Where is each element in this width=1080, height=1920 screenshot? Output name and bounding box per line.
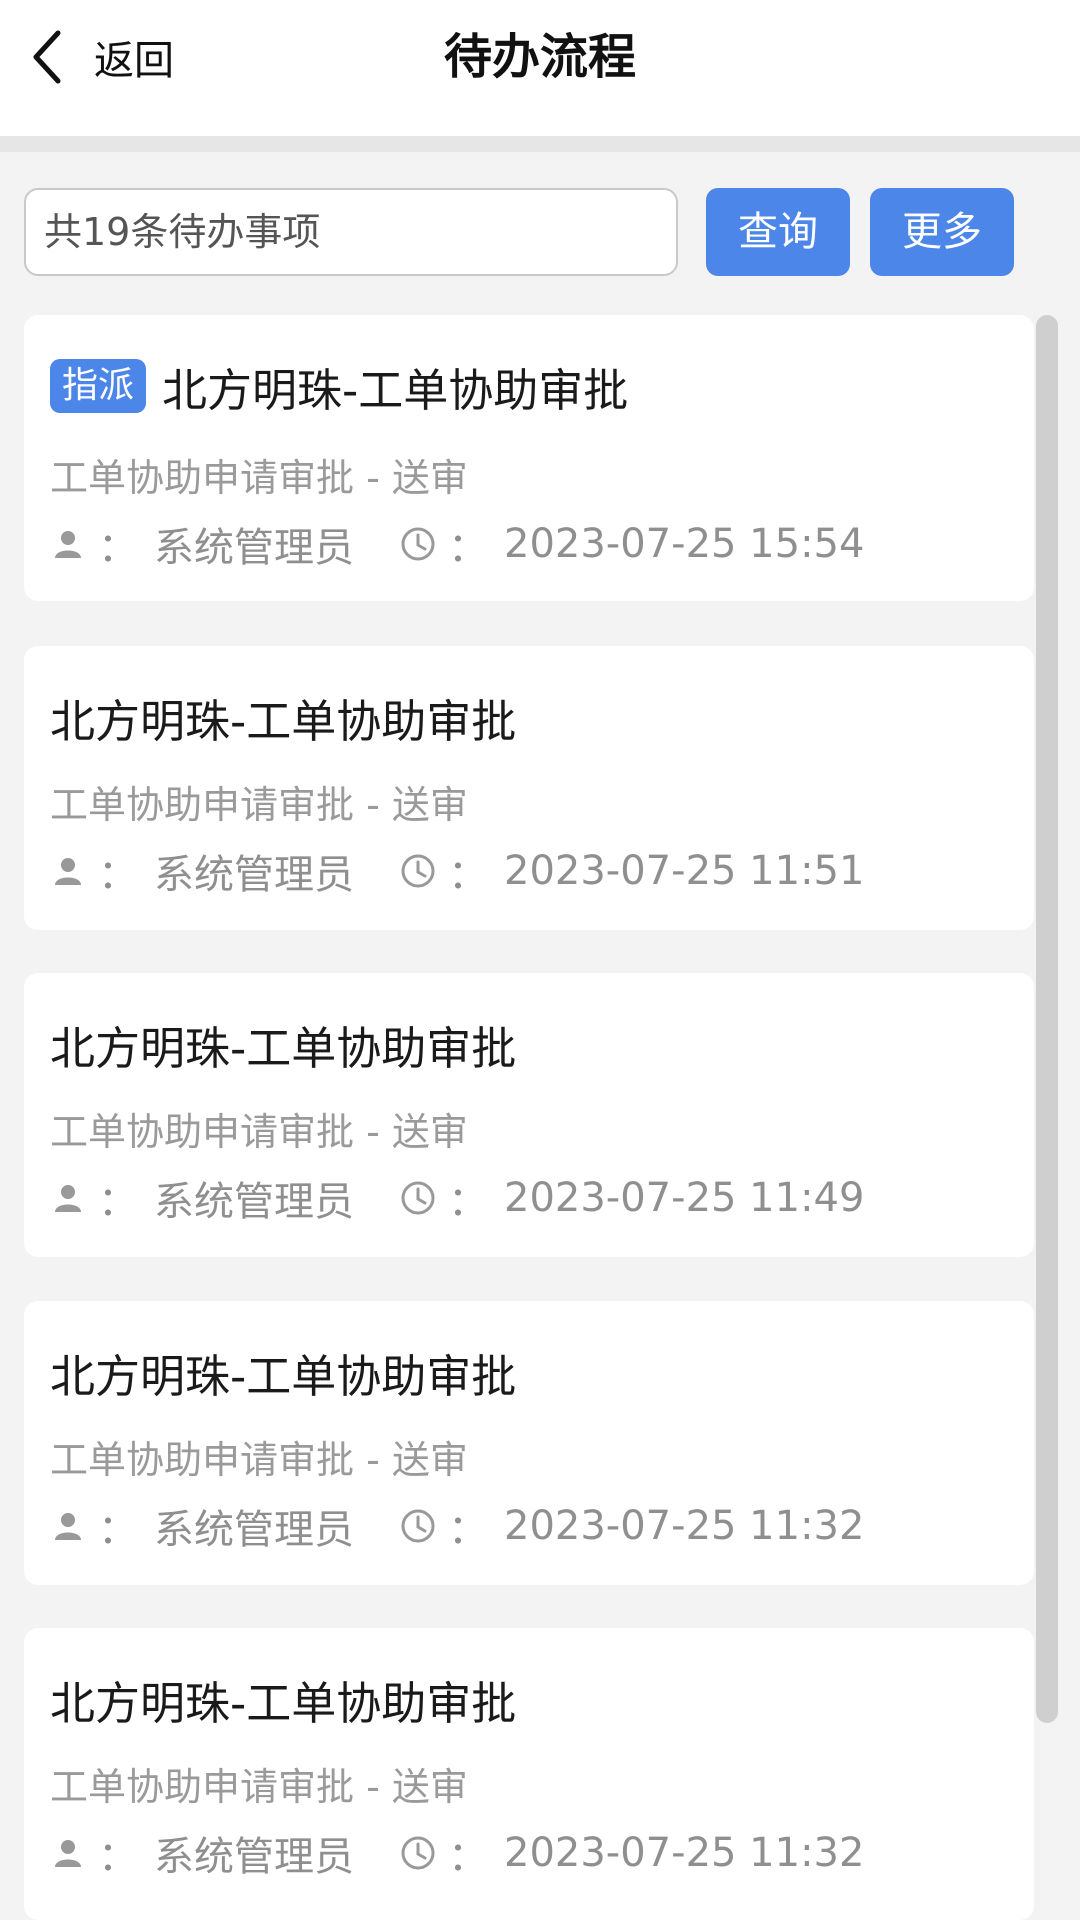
assigned-tag: 指派 xyxy=(50,359,147,413)
item-user: 系统管理员 xyxy=(154,852,354,898)
colon: ： xyxy=(448,525,488,571)
more-button[interactable]: 更多 xyxy=(870,188,1014,276)
item-meta: ： 系统管理员 ： 2023-07-25 11:32 xyxy=(50,1497,864,1555)
page-title: 待办流程 xyxy=(443,29,636,85)
list-item[interactable]: 北方明珠-工单协助审批 工单协助申请审批 - 送审 ： 系统管理员 ： 2023… xyxy=(24,646,1034,930)
item-meta: ： 系统管理员 ： 2023-07-25 11:49 xyxy=(50,1169,864,1227)
item-subtitle: 工单协助申请审批 - 送审 xyxy=(50,1438,468,1482)
colon: ： xyxy=(98,1507,138,1553)
item-time: 2023-07-25 11:32 xyxy=(504,1503,865,1549)
colon: ： xyxy=(98,1179,138,1225)
clock-icon xyxy=(400,1835,436,1871)
colon: ： xyxy=(98,1834,138,1880)
clock-icon xyxy=(400,1180,436,1216)
item-time: 2023-07-25 11:51 xyxy=(504,848,865,894)
list-item[interactable]: 北方明珠-工单协助审批 工单协助申请审批 - 送审 ： 系统管理员 ： 2023… xyxy=(24,1301,1034,1585)
list-item[interactable]: 指派 北方明珠-工单协助审批 工单协助申请审批 - 送审 ： 系统管理员 ： 2… xyxy=(24,315,1034,601)
item-user: 系统管理员 xyxy=(154,1507,354,1553)
search-input[interactable] xyxy=(24,188,678,276)
colon: ： xyxy=(448,1507,488,1553)
clock-icon xyxy=(400,526,436,562)
item-title: 北方明珠-工单协助审批 xyxy=(50,694,517,748)
user-icon xyxy=(50,526,86,562)
top-bar: 返回 待办流程 xyxy=(0,0,1080,136)
user-icon xyxy=(50,1508,86,1544)
colon: ： xyxy=(448,1179,488,1225)
query-button[interactable]: 查询 xyxy=(706,188,850,276)
item-subtitle: 工单协助申请审批 - 送审 xyxy=(50,1110,468,1154)
item-title: 北方明珠-工单协助审批 xyxy=(50,1349,517,1403)
item-user: 系统管理员 xyxy=(154,1179,354,1225)
header-divider xyxy=(0,136,1080,152)
item-subtitle: 工单协助申请审批 - 送审 xyxy=(50,456,468,500)
scrollbar-thumb[interactable] xyxy=(1036,315,1058,1723)
user-icon xyxy=(50,853,86,889)
user-icon xyxy=(50,1835,86,1871)
clock-icon xyxy=(400,1508,436,1544)
list-item[interactable]: 北方明珠-工单协助审批 工单协助申请审批 - 送审 ： 系统管理员 ： 2023… xyxy=(24,973,1034,1257)
item-time: 2023-07-25 11:49 xyxy=(504,1175,865,1221)
item-subtitle: 工单协助申请审批 - 送审 xyxy=(50,783,468,827)
item-time: 2023-07-25 11:32 xyxy=(504,1830,865,1876)
item-user: 系统管理员 xyxy=(154,1834,354,1880)
item-title: 北方明珠-工单协助审批 xyxy=(50,1676,517,1730)
colon: ： xyxy=(98,852,138,898)
colon: ： xyxy=(98,525,138,571)
item-title: 北方明珠-工单协助审批 xyxy=(162,363,629,417)
item-time: 2023-07-25 15:54 xyxy=(504,521,865,567)
user-icon xyxy=(50,1180,86,1216)
item-user: 系统管理员 xyxy=(154,525,354,571)
colon: ： xyxy=(448,1834,488,1880)
colon: ： xyxy=(448,852,488,898)
list-item[interactable]: 北方明珠-工单协助审批 工单协助申请审批 - 送审 ： 系统管理员 ： 2023… xyxy=(24,1628,1034,1920)
item-subtitle: 工单协助申请审批 - 送审 xyxy=(50,1765,468,1809)
item-meta: ： 系统管理员 ： 2023-07-25 15:54 xyxy=(50,515,864,573)
search-toolbar: 查询 更多 xyxy=(0,152,1080,302)
clock-icon xyxy=(400,853,436,889)
item-meta: ： 系统管理员 ： 2023-07-25 11:32 xyxy=(50,1824,864,1882)
item-title: 北方明珠-工单协助审批 xyxy=(50,1021,517,1075)
item-title-row: 指派 北方明珠-工单协助审批 xyxy=(50,353,628,419)
item-meta: ： 系统管理员 ： 2023-07-25 11:51 xyxy=(50,842,864,900)
